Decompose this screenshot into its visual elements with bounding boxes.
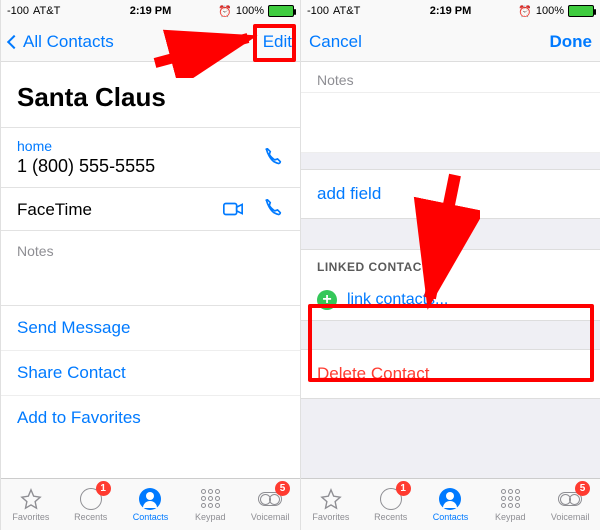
share-contact-button[interactable]: Share Contact: [1, 351, 300, 396]
notes-label: Notes: [301, 62, 600, 93]
link-contacts-label: link contacts...: [347, 291, 448, 309]
phone-icon[interactable]: [262, 147, 284, 169]
contact-name: Santa Claus: [1, 62, 300, 127]
tab-label: Keypad: [195, 512, 226, 522]
tab-contacts[interactable]: Contacts: [121, 479, 181, 530]
clock-time: 2:19 PM: [130, 5, 172, 17]
voicemail-badge: 5: [275, 481, 290, 496]
linked-contacts-section: LINKED CONTACTS + link contacts...: [301, 249, 600, 321]
video-icon[interactable]: [222, 198, 244, 220]
signal-strength: -100: [307, 5, 329, 17]
screenshot-contact-edit: -100 AT&T 2:19 PM ⏰ 100% Cancel Done Not…: [300, 0, 600, 530]
star-icon: [318, 488, 344, 510]
back-label: All Contacts: [23, 32, 114, 52]
tab-label: Favorites: [312, 512, 349, 522]
nav-bar: All Contacts Edit: [1, 22, 300, 62]
edit-button[interactable]: Edit: [263, 32, 292, 52]
tab-label: Contacts: [433, 512, 469, 522]
delete-contact-button[interactable]: Delete Contact: [301, 349, 600, 399]
status-bar: -100 AT&T 2:19 PM ⏰ 100%: [1, 0, 300, 22]
keypad-icon: [197, 488, 223, 510]
cancel-button[interactable]: Cancel: [309, 32, 550, 52]
tab-recents[interactable]: Recents 1: [61, 479, 121, 530]
tab-recents[interactable]: Recents 1: [361, 479, 421, 530]
recents-badge: 1: [96, 481, 111, 496]
star-icon: [18, 488, 44, 510]
carrier: AT&T: [333, 5, 360, 17]
tab-label: Contacts: [133, 512, 169, 522]
status-bar: -100 AT&T 2:19 PM ⏰ 100%: [301, 0, 600, 22]
alarm-icon: ⏰: [218, 5, 232, 18]
contacts-icon: [137, 488, 163, 510]
tab-label: Recents: [374, 512, 407, 522]
phone-icon[interactable]: [262, 198, 284, 220]
tab-favorites[interactable]: Favorites: [301, 479, 361, 530]
tab-favorites[interactable]: Favorites: [1, 479, 61, 530]
tab-voicemail[interactable]: Voicemail 5: [240, 479, 300, 530]
tab-label: Favorites: [12, 512, 49, 522]
alarm-icon: ⏰: [518, 5, 532, 18]
facetime-row[interactable]: FaceTime: [1, 188, 300, 230]
tab-keypad[interactable]: Keypad: [180, 479, 240, 530]
keypad-icon: [497, 488, 523, 510]
signal-strength: -100: [7, 5, 29, 17]
tab-label: Voicemail: [551, 512, 590, 522]
contact-detail: Santa Claus home 1 (800) 555-5555 FaceTi…: [1, 62, 300, 478]
nav-bar: Cancel Done: [301, 22, 600, 62]
plus-icon: +: [317, 290, 337, 310]
phone-label: home: [17, 138, 284, 154]
back-button[interactable]: All Contacts: [9, 32, 263, 52]
cancel-label: Cancel: [309, 32, 362, 52]
linked-contacts-header: LINKED CONTACTS: [301, 250, 600, 280]
phone-number: 1 (800) 555-5555: [17, 156, 284, 177]
recents-badge: 1: [396, 481, 411, 496]
tab-voicemail[interactable]: Voicemail 5: [540, 479, 600, 530]
edit-contact-form: Notes add field LINKED CONTACTS + link c…: [301, 62, 600, 478]
tab-label: Voicemail: [251, 512, 290, 522]
tab-keypad[interactable]: Keypad: [480, 479, 540, 530]
link-contacts-button[interactable]: + link contacts...: [301, 280, 600, 320]
battery-icon: [268, 5, 294, 17]
battery-percent: 100%: [536, 5, 564, 17]
notes-label: Notes: [1, 231, 300, 265]
contacts-icon: [437, 488, 463, 510]
clock-time: 2:19 PM: [430, 5, 472, 17]
tab-label: Keypad: [495, 512, 526, 522]
phone-row[interactable]: home 1 (800) 555-5555: [1, 128, 300, 187]
tab-contacts[interactable]: Contacts: [421, 479, 481, 530]
done-button[interactable]: Done: [550, 32, 593, 52]
notes-field[interactable]: [301, 93, 600, 153]
battery-percent: 100%: [236, 5, 264, 17]
tab-bar: Favorites Recents 1 Contacts Keypad Voice…: [1, 478, 300, 530]
add-to-favorites-button[interactable]: Add to Favorites: [1, 396, 300, 440]
send-message-button[interactable]: Send Message: [1, 306, 300, 351]
carrier: AT&T: [33, 5, 60, 17]
chevron-left-icon: [7, 34, 21, 48]
voicemail-badge: 5: [575, 481, 590, 496]
battery-icon: [568, 5, 594, 17]
add-field-button[interactable]: add field: [301, 169, 600, 219]
tab-bar: Favorites Recents 1 Contacts Keypad Voice…: [301, 478, 600, 530]
screenshot-contact-view: -100 AT&T 2:19 PM ⏰ 100% All Contacts Ed…: [0, 0, 300, 530]
tab-label: Recents: [74, 512, 107, 522]
